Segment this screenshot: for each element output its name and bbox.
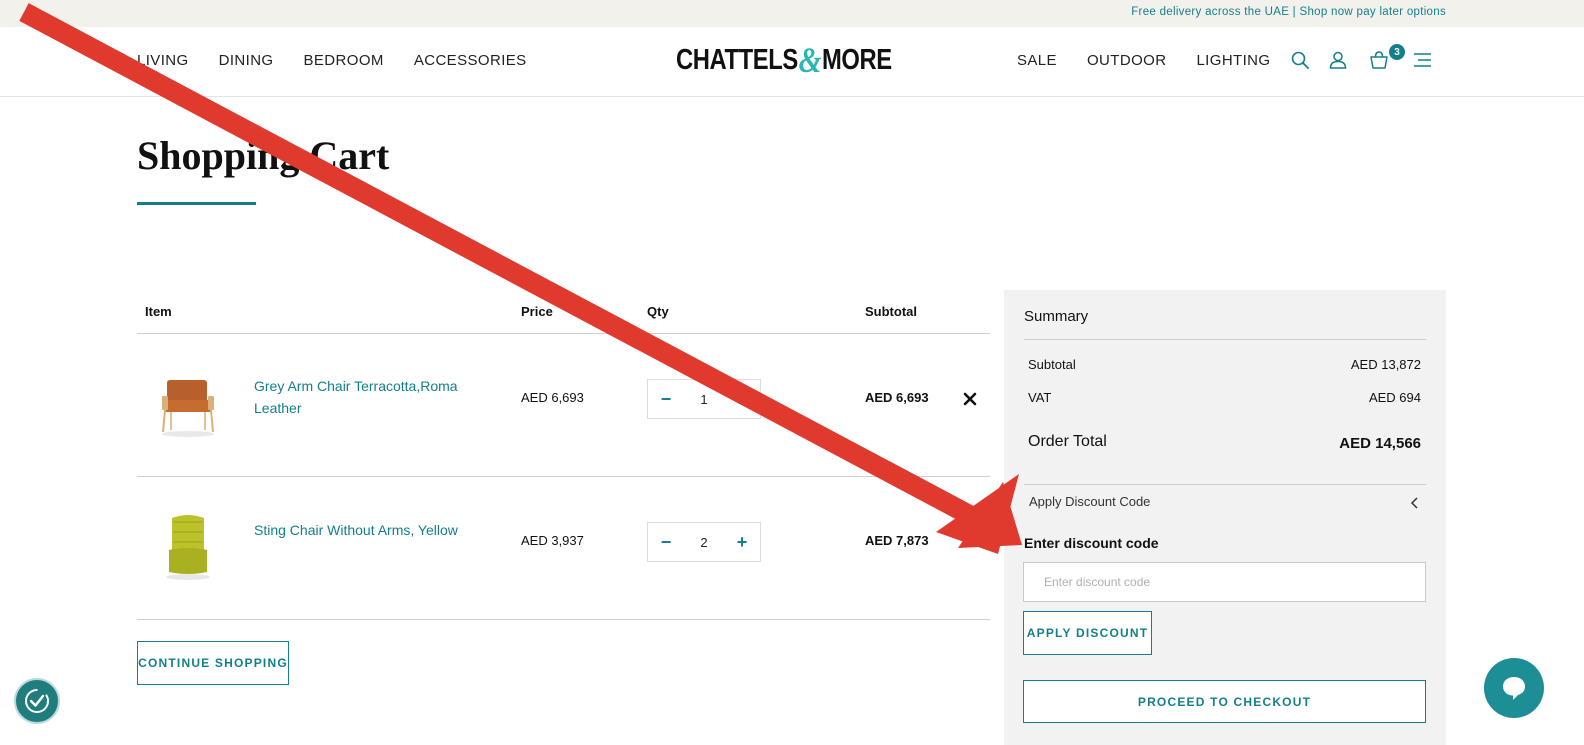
summary-divider <box>1024 339 1426 340</box>
item-price: AED 3,937 <box>521 533 584 548</box>
apply-discount-toggle[interactable]: Apply Discount Code <box>1029 494 1150 509</box>
quantity-value[interactable]: 2 <box>684 535 724 550</box>
decrease-qty-button[interactable]: − <box>648 380 684 418</box>
nav-accessories[interactable]: ACCESSORIES <box>414 52 527 69</box>
subtotal-label: Subtotal <box>1028 357 1076 372</box>
quantity-stepper[interactable]: − 1 + <box>647 379 761 419</box>
primary-nav-right: SALE OUTDOOR LIGHTING <box>1017 52 1270 69</box>
account-icon[interactable] <box>1327 49 1349 71</box>
site-logo[interactable]: CHATTELS & MORE <box>676 40 892 80</box>
product-link[interactable]: Sting Chair Without Arms, Yellow <box>254 519 484 541</box>
primary-nav-left: LIVING DINING BEDROOM ACCESSORIES <box>137 52 527 69</box>
nav-bedroom[interactable]: BEDROOM <box>304 52 384 69</box>
page-title: Shopping Cart <box>137 133 390 178</box>
site-header: LIVING DINING BEDROOM ACCESSORIES CHATTE… <box>0 27 1584 97</box>
discount-code-heading: Enter discount code <box>1024 535 1159 551</box>
table-row: Grey Arm Chair Terracotta,Roma Leather A… <box>137 334 990 477</box>
item-price: AED 6,693 <box>521 390 584 405</box>
chat-widget-button[interactable] <box>1484 658 1544 718</box>
column-header-subtotal: Subtotal <box>865 304 917 319</box>
chevron-left-icon[interactable] <box>1408 496 1422 510</box>
increase-qty-button[interactable]: + <box>724 380 760 418</box>
logo-ampersand: & <box>798 40 822 80</box>
nav-sale[interactable]: SALE <box>1017 52 1057 69</box>
quantity-stepper[interactable]: − 2 + <box>647 522 761 562</box>
subtotal-value: AED 13,872 <box>1350 357 1421 372</box>
column-header-price: Price <box>521 304 553 319</box>
decrease-qty-button[interactable]: − <box>648 523 684 561</box>
order-total-label: Order Total <box>1028 433 1107 450</box>
promo-text[interactable]: Free delivery across the UAE | Shop now … <box>1131 6 1446 18</box>
product-image-armchair[interactable] <box>157 370 219 440</box>
promo-bar: Free delivery across the UAE | Shop now … <box>0 0 1584 27</box>
increase-qty-button[interactable]: + <box>724 523 760 561</box>
quantity-value[interactable]: 1 <box>684 392 724 407</box>
proceed-to-checkout-button[interactable]: PROCEED TO CHECKOUT <box>1023 680 1426 723</box>
cart-icon[interactable] <box>1368 49 1390 71</box>
item-subtotal: AED 6,693 <box>865 390 929 405</box>
vat-label: VAT <box>1028 390 1052 405</box>
logo-word-more: MORE <box>821 43 892 76</box>
logo-word-chattels: CHATTELS <box>676 43 798 76</box>
product-link[interactable]: Grey Arm Chair Terracotta,Roma Leather <box>254 375 484 419</box>
search-icon[interactable] <box>1289 49 1311 71</box>
column-header-qty: Qty <box>647 304 669 319</box>
title-underline <box>137 202 256 205</box>
chat-bubble-icon <box>1503 677 1525 700</box>
item-subtotal: AED 7,873 <box>865 533 929 548</box>
discount-code-input[interactable] <box>1023 562 1426 602</box>
cart-count-badge: 3 <box>1389 44 1405 60</box>
order-total-value: AED 14,566 <box>1339 435 1421 452</box>
nav-living[interactable]: LIVING <box>137 52 189 69</box>
order-summary: Summary Subtotal AED 13,872 VAT AED 694 … <box>1004 290 1446 745</box>
accessibility-check-icon <box>25 689 49 713</box>
summary-title: Summary <box>1024 308 1089 325</box>
nav-outdoor[interactable]: OUTDOOR <box>1087 52 1166 69</box>
nav-lighting[interactable]: LIGHTING <box>1196 52 1270 69</box>
vat-value: AED 694 <box>1368 390 1421 405</box>
continue-shopping-button[interactable]: CONTINUE SHOPPING <box>137 641 289 685</box>
summary-divider <box>1024 484 1426 485</box>
column-header-item: Item <box>145 304 172 319</box>
accessibility-widget-button[interactable] <box>14 678 60 724</box>
menu-icon[interactable] <box>1411 49 1433 71</box>
product-image-sting-chair[interactable] <box>157 512 219 582</box>
remove-item-icon[interactable] <box>963 392 979 408</box>
apply-discount-button[interactable]: APPLY DISCOUNT <box>1023 611 1152 655</box>
nav-dining[interactable]: DINING <box>219 52 274 69</box>
table-row: Sting Chair Without Arms, Yellow AED 3,9… <box>137 477 990 620</box>
